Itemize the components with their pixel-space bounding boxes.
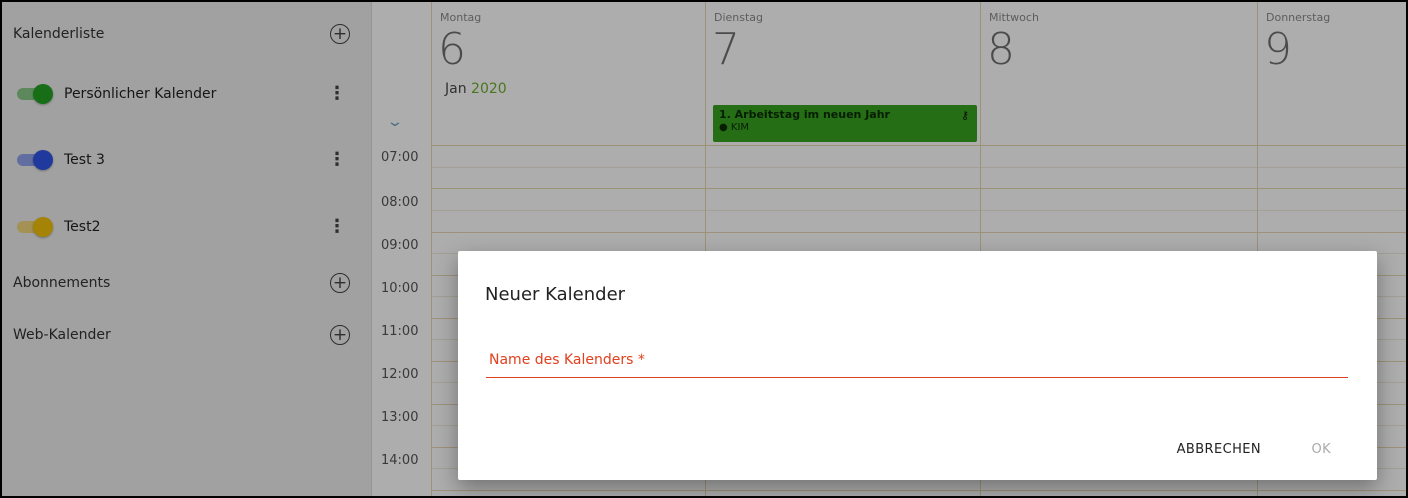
cancel-button[interactable]: ABBRECHEN: [1177, 442, 1261, 457]
new-calendar-dialog: Neuer Kalender Name des Kalenders * ABBR…: [458, 251, 1377, 480]
dialog-title: Neuer Kalender: [485, 284, 626, 305]
dialog-actions: ABBRECHEN OK: [1077, 424, 1377, 480]
calendar-app: Kalenderliste + Persönlicher Kalender ⋮ …: [2, 2, 1406, 496]
calendar-name-label: Name des Kalenders *: [489, 352, 645, 368]
ok-button[interactable]: OK: [1311, 442, 1331, 457]
calendar-name-input[interactable]: Name des Kalenders *: [486, 350, 1348, 378]
